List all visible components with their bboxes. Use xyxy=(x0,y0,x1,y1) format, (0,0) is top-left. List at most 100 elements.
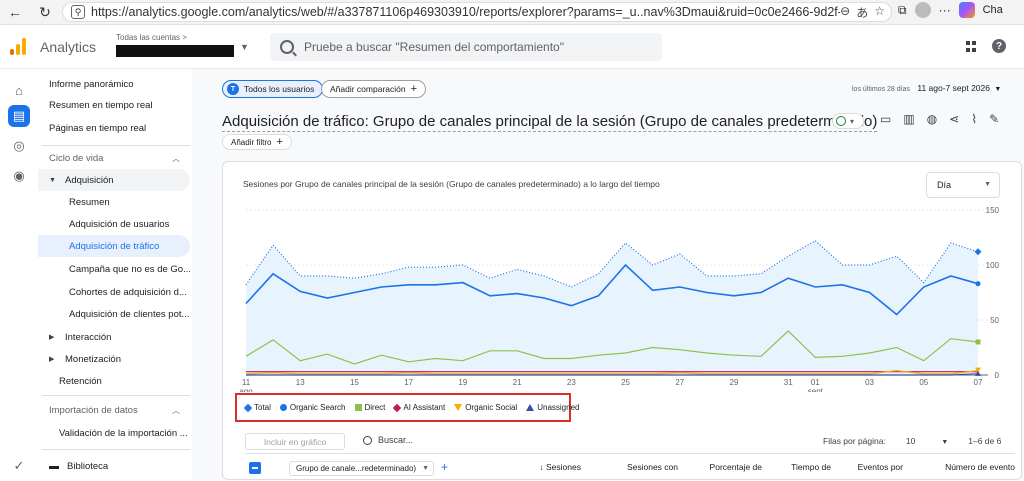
sidebar-section-lifecycle[interactable]: Ciclo de vida ︿ xyxy=(38,147,190,169)
share-icon[interactable]: ⋖ xyxy=(949,112,959,126)
legend-item-direct[interactable]: Direct xyxy=(354,403,386,412)
x-tick-label: 05 xyxy=(919,378,928,387)
reports-icon[interactable]: ▤ xyxy=(8,105,30,127)
date-range-picker[interactable]: los últimos 28 días 11 ago-7 sept 2026 ▼ xyxy=(852,83,1001,93)
caret-right-icon: ▶ xyxy=(49,356,55,363)
sessions-line-chart[interactable]: 05010015011ago13 15 17 19 21 23 25 27 29 31 01sept… xyxy=(223,162,1021,392)
column-header-engagement-time[interactable]: Tiempo de interacción xyxy=(773,462,831,473)
include-in-chart-input[interactable]: Incluir en gráfico xyxy=(245,433,345,450)
report-status-badge[interactable]: ▾ xyxy=(832,113,864,129)
column-header-sessions[interactable]: ↓ Sesiones xyxy=(513,462,581,473)
trend-icon[interactable]: ⌇ xyxy=(971,112,977,126)
x-tick-label: 25 xyxy=(621,378,630,387)
help-icon[interactable]: ? xyxy=(992,39,1006,53)
reload-icon[interactable]: ↻ xyxy=(34,1,56,23)
chart-card: Sesiones por Grupo de canales principal … xyxy=(222,161,1022,480)
legend-item-organic-search[interactable]: Organic Search xyxy=(279,403,346,412)
customize-report-icon[interactable]: ▭ xyxy=(880,112,891,126)
apps-grid-icon[interactable] xyxy=(966,41,976,53)
x-tick-label: 15 xyxy=(350,378,359,387)
advertising-icon[interactable]: ◉ xyxy=(8,165,30,187)
account-caret-icon[interactable]: ▼ xyxy=(240,42,249,52)
pagination-range: 1–6 de 6 xyxy=(968,436,1002,446)
more-menu-icon[interactable]: ··· xyxy=(939,3,951,17)
insights-icon[interactable]: ✓ xyxy=(8,455,30,477)
sidebar-item-traffic-acquisition[interactable]: Adquisición de tráfico xyxy=(38,235,190,257)
sidebar-item-import-validation[interactable]: Validación de la importación ... xyxy=(38,422,190,444)
column-header-events-per[interactable]: Eventos por xyxy=(855,462,903,473)
sidebar-item-library[interactable]: ▬ Biblioteca xyxy=(38,455,190,477)
legend-item-unassigned[interactable]: Unassigned xyxy=(526,403,579,412)
legend-item-ai-assistant[interactable]: AI Assistant xyxy=(393,403,445,412)
sidebar-item-retention[interactable]: Retención xyxy=(38,370,190,392)
table-search[interactable]: Buscar... xyxy=(363,435,413,445)
folder-icon: ▬ xyxy=(49,460,59,472)
y-tick-label: 150 xyxy=(986,206,1000,215)
address-bar[interactable]: ⚲ https://analytics.google.com/analytics… xyxy=(62,2,892,22)
extensions-icon[interactable]: ⧉ xyxy=(898,3,907,18)
compare-columns-icon[interactable]: ▥ xyxy=(903,112,914,126)
sidebar-item-non-google-campaign[interactable]: Campaña que no es de Go... xyxy=(38,258,190,280)
sidebar-item-acq-cohorts[interactable]: Cohortes de adquisición d... xyxy=(38,281,190,303)
legend-marker-icon xyxy=(393,403,402,412)
x-tick-label: 19 xyxy=(458,378,467,387)
favorite-star-icon[interactable]: ☆ xyxy=(874,4,885,21)
sidebar-item-snapshot[interactable]: Informe panorámico xyxy=(38,73,190,95)
segment-chip-all-users[interactable]: T Todos los usuarios xyxy=(222,80,324,98)
sidebar-item-lead-acquisition[interactable]: Adquisición de clientes pot... xyxy=(38,303,190,325)
add-dimension-plus-icon[interactable]: + xyxy=(441,460,448,474)
copilot-label[interactable]: Cha xyxy=(983,4,1003,16)
sidebar-item-realtime-overview[interactable]: Resumen en tiempo real xyxy=(38,94,190,116)
x-tick-label: 21 xyxy=(513,378,522,387)
app-name: Analytics xyxy=(40,39,97,55)
account-name-redacted[interactable] xyxy=(116,45,234,57)
profile-avatar[interactable] xyxy=(914,2,931,18)
sidebar-item-engagement[interactable]: ▶ Interacción xyxy=(38,326,190,348)
search-bar[interactable]: Pruebe a buscar "Resumen del comportamie… xyxy=(270,33,662,61)
sidebar-item-acquisition[interactable]: ▼ Adquisición xyxy=(38,169,190,191)
sidebar-item-user-acquisition[interactable]: Adquisición de usuarios xyxy=(38,213,190,235)
plus-icon: + xyxy=(276,136,283,148)
x-tick-label: 29 xyxy=(730,378,739,387)
sidebar-divider xyxy=(42,395,190,396)
dimension-select[interactable]: Grupo de canale...redeterminado) ▼ xyxy=(289,461,434,476)
translate-icon[interactable]: あ xyxy=(856,4,868,21)
legend-item-organic-social[interactable]: Organic Social xyxy=(454,403,517,412)
insights-icon[interactable]: ◍ xyxy=(927,112,937,126)
copilot-icon[interactable] xyxy=(958,2,975,18)
home-icon[interactable]: ⌂ xyxy=(8,79,30,101)
column-header-engagement-rate[interactable]: Porcentaje de interacciones xyxy=(690,462,762,473)
legend-label: Total xyxy=(254,403,271,412)
sidebar-item-monetization[interactable]: ▶ Monetización xyxy=(38,348,190,370)
add-filter-button[interactable]: Añadir filtro + xyxy=(222,134,292,150)
sidebar-item-realtime-pages[interactable]: Páginas en tiempo real xyxy=(38,117,190,139)
page-title[interactable]: Adquisición de tráfico: Grupo de canales… xyxy=(222,113,878,132)
legend-label: Unassigned xyxy=(537,403,580,412)
sidebar-section-data-import[interactable]: Importación de datos ︿ xyxy=(38,399,190,421)
legend-item-total[interactable]: Total xyxy=(243,403,271,412)
column-header-engaged-sessions[interactable]: Sesiones con interacción xyxy=(610,462,678,473)
legend-marker-icon xyxy=(279,404,287,411)
account-breadcrumb[interactable]: Todas las cuentas > xyxy=(116,33,187,42)
check-circle-icon xyxy=(836,116,846,126)
x-tick-label: 07 xyxy=(974,378,983,387)
edit-pencil-icon[interactable]: ✎ xyxy=(989,112,999,126)
add-comparison-button[interactable]: Añadir comparación + xyxy=(321,80,427,98)
zoom-icon[interactable]: ⊖ xyxy=(840,4,850,21)
rows-per-page-select[interactable]: 10 ▼ xyxy=(906,436,948,446)
legend-label: Direct xyxy=(364,403,386,412)
back-icon[interactable]: ← xyxy=(4,1,26,23)
table-header-row: Grupo de canale...redeterminado) ▼ + ↓ S… xyxy=(245,454,1015,481)
search-icon xyxy=(363,435,372,445)
app-header: Analytics Todas las cuentas > ▼ Pruebe a… xyxy=(0,25,1024,69)
sidebar-item-acq-overview[interactable]: Resumen xyxy=(38,191,190,213)
legend-label: Organic Search xyxy=(289,403,346,412)
x-tick-label: sept xyxy=(808,387,824,392)
x-tick-label: 13 xyxy=(296,378,305,387)
report-main: T Todos los usuarios Añadir comparación … xyxy=(192,69,1024,480)
caret-right-icon: ▶ xyxy=(49,334,55,341)
select-all-checkbox[interactable] xyxy=(249,462,261,474)
site-info-icon[interactable]: ⚲ xyxy=(71,5,85,19)
column-header-event-count[interactable]: Número de evento Todos los eventos xyxy=(925,462,1015,473)
explore-icon[interactable]: ◎ xyxy=(8,135,30,157)
